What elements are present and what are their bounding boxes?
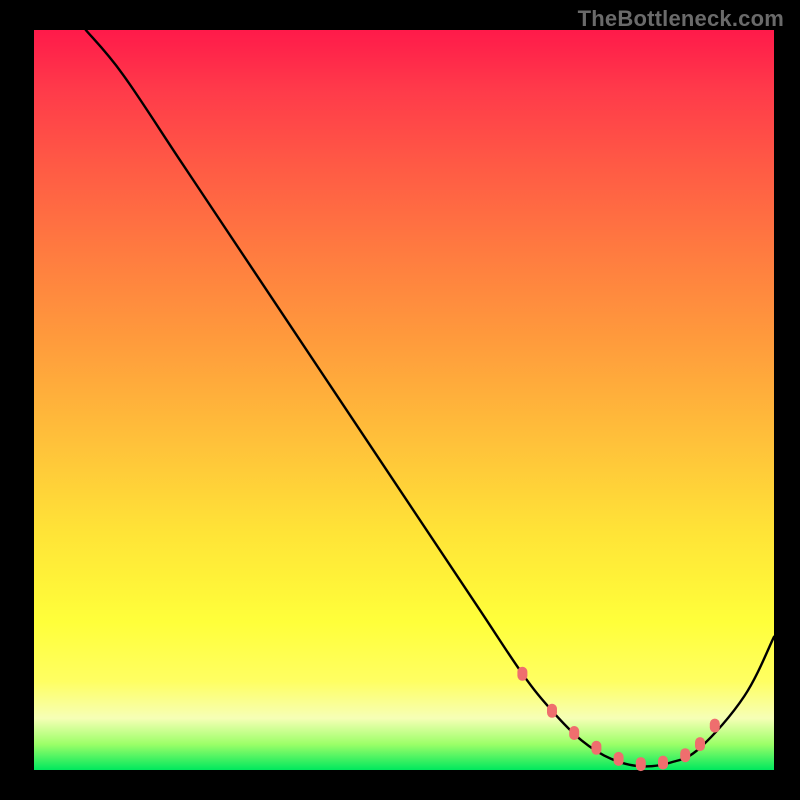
marker-dot — [614, 752, 624, 766]
marker-dot — [569, 726, 579, 740]
chart-line — [86, 30, 774, 766]
highlight-markers — [517, 667, 719, 771]
marker-dot — [658, 756, 668, 770]
marker-dot — [680, 748, 690, 762]
chart-svg — [34, 30, 774, 770]
chart-frame: TheBottleneck.com — [0, 0, 800, 800]
marker-dot — [591, 741, 601, 755]
marker-dot — [695, 737, 705, 751]
watermark-text: TheBottleneck.com — [578, 6, 784, 32]
plot-area — [34, 30, 774, 770]
marker-dot — [710, 719, 720, 733]
marker-dot — [547, 704, 557, 718]
marker-dot — [517, 667, 527, 681]
marker-dot — [636, 757, 646, 771]
